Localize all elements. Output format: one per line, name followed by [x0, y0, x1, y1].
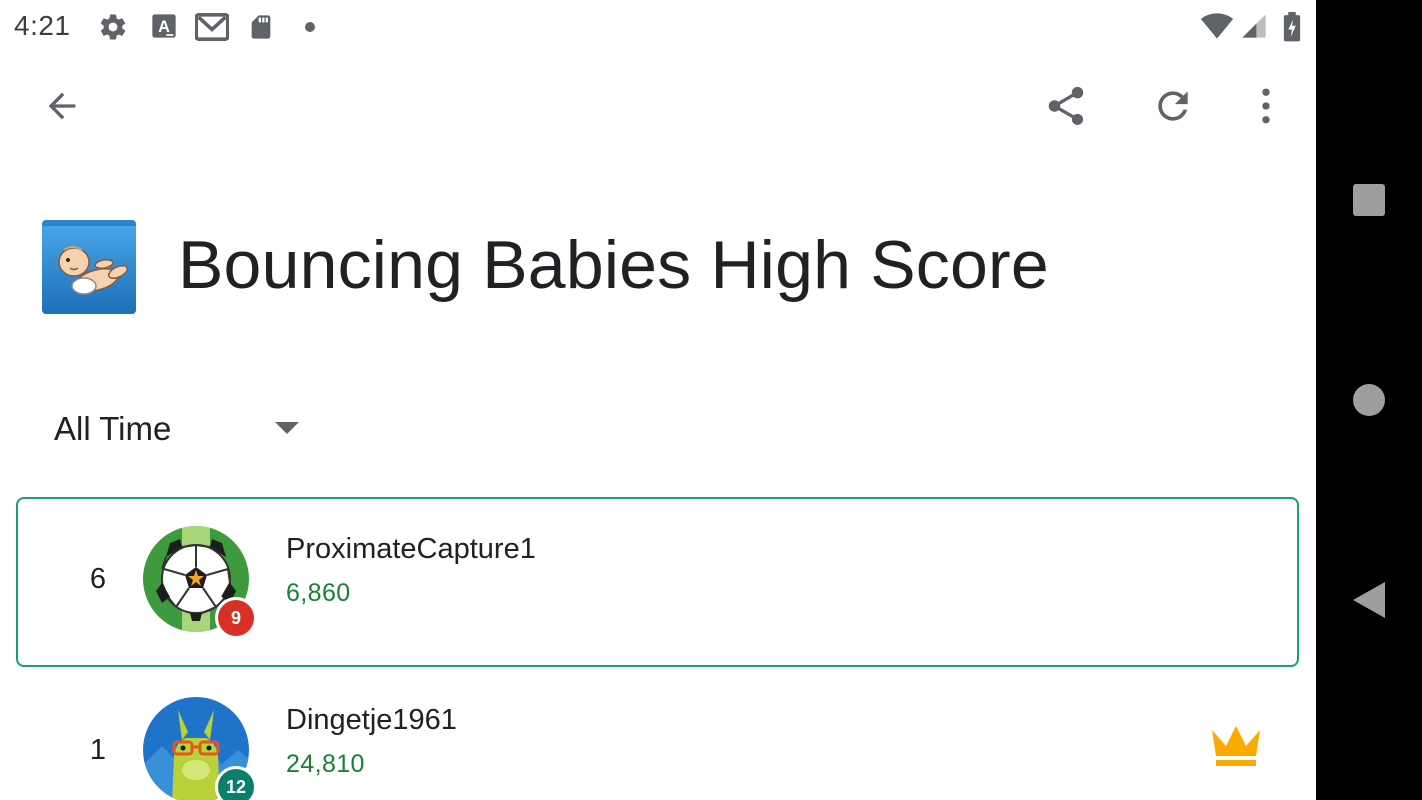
cell-signal-icon	[1240, 12, 1270, 42]
battery-icon	[1282, 12, 1302, 42]
svg-text:A: A	[158, 18, 170, 36]
notification-dot-icon	[305, 22, 315, 32]
player-level-badge: 9	[215, 597, 257, 639]
dropdown-arrow-icon	[275, 422, 299, 434]
top-player-score: 24,810	[286, 750, 365, 778]
system-back-button[interactable]	[1349, 580, 1389, 620]
status-bar: 4:21 A	[0, 0, 1316, 54]
back-button[interactable]	[32, 76, 92, 136]
sd-card-icon	[247, 12, 277, 42]
top-level-badge: 12	[215, 766, 257, 800]
wifi-icon	[1200, 12, 1234, 42]
refresh-button[interactable]	[1143, 76, 1203, 136]
more-options-button[interactable]	[1236, 76, 1296, 136]
settings-icon	[98, 12, 128, 42]
leaderboard-row-player[interactable]: 6 9 ProximateCapture1 6,860	[16, 497, 1299, 667]
time-filter-dropdown[interactable]: All Time	[40, 398, 320, 458]
more-vert-icon	[1262, 88, 1270, 124]
player-name: ProximateCapture1	[286, 533, 536, 565]
gmail-icon	[194, 12, 230, 42]
time-filter-label: All Time	[54, 410, 172, 447]
player-score: 6,860	[286, 579, 351, 607]
system-nav-bar	[1316, 0, 1422, 800]
back-triangle-icon	[1353, 582, 1385, 618]
refresh-icon	[1158, 91, 1188, 121]
home-circle-icon	[1353, 384, 1385, 416]
font-a-icon: A	[150, 12, 180, 42]
recents-square-icon	[1353, 184, 1385, 216]
bouncing-babies-game-icon	[42, 220, 136, 314]
recents-button[interactable]	[1349, 180, 1389, 220]
share-icon	[1048, 86, 1084, 126]
top-player-name: Dingetje1961	[286, 704, 457, 736]
arrow-back-icon	[48, 92, 76, 120]
page-title: Bouncing Babies High Score	[178, 227, 1049, 303]
leaderboard-row-top[interactable]: 1 12 Dingetje1961 24,810	[16, 668, 1299, 800]
top-rank: 1	[89, 734, 107, 766]
app-bar	[0, 54, 1316, 160]
player-rank: 6	[89, 563, 107, 595]
home-button[interactable]	[1349, 380, 1389, 420]
crown-icon	[1208, 722, 1264, 770]
share-button[interactable]	[1036, 76, 1096, 136]
status-time: 4:21	[14, 10, 71, 41]
